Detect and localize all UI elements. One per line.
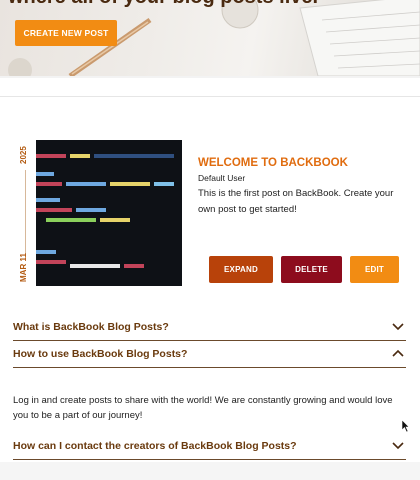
faq-item-how-to-use[interactable]: How to use BackBook Blog Posts? — [13, 346, 406, 368]
edit-button[interactable]: EDIT — [350, 256, 399, 283]
post-author: Default User — [198, 173, 246, 183]
post-body: This is the first post on BackBook. Crea… — [198, 188, 394, 215]
faq-question: What is BackBook Blog Posts? — [13, 321, 169, 333]
code-image — [36, 140, 182, 286]
faq-question: How can I contact the creators of BackBo… — [13, 440, 297, 452]
create-new-post-button[interactable]: CREATE NEW POST — [15, 20, 117, 46]
expand-button[interactable]: EXPAND — [209, 256, 273, 283]
faq-item-contact[interactable]: How can I contact the creators of BackBo… — [13, 438, 406, 460]
divider — [0, 96, 420, 97]
delete-button[interactable]: DELETE — [281, 256, 342, 283]
post-date-year: 2025 — [19, 146, 28, 164]
faq-question: How to use BackBook Blog Posts? — [13, 348, 188, 360]
post-date: 2025 MAR 11 — [14, 140, 36, 286]
faq-item-what-is[interactable]: What is BackBook Blog Posts? — [13, 319, 406, 341]
post-thumbnail — [36, 140, 182, 286]
post-title: WELCOME TO BACKBOOK — [198, 157, 348, 169]
chevron-down-icon — [392, 323, 404, 331]
post-date-month-day: MAR 11 — [19, 253, 28, 282]
date-line — [25, 170, 26, 256]
footer-strip — [0, 462, 420, 480]
faq-answer: Log in and create posts to share with th… — [13, 395, 393, 421]
chevron-up-icon — [392, 349, 404, 357]
chevron-down-icon — [392, 442, 404, 450]
mouse-cursor-icon — [402, 420, 410, 432]
hero-banner: where all of your blog posts live. CREAT… — [0, 0, 420, 76]
hero-headline: where all of your blog posts live. — [8, 0, 318, 9]
